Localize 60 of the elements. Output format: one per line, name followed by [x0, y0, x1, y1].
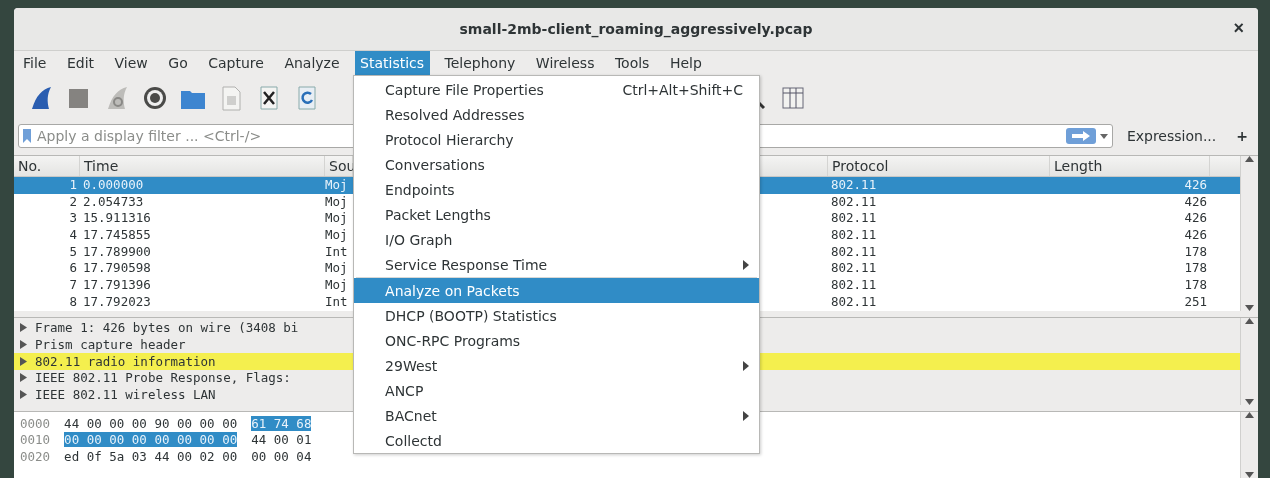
- table-cell-text: 802.11: [830, 260, 878, 278]
- hex-bytes: ed 0f 5a 03 44 00 02 00: [64, 449, 238, 465]
- window-title: small-2mb-client_roaming_aggressively.pcap: [459, 21, 813, 37]
- table-cell-text: 178: [1183, 277, 1208, 294]
- table-cell-text: Moj: [325, 260, 349, 278]
- table-cell-text: 426: [1183, 210, 1208, 228]
- table-cell-text: 426: [1183, 227, 1208, 244]
- hex-bytes: 00 00 04: [251, 449, 312, 465]
- table-cell-text: 251: [1183, 293, 1208, 311]
- byte-offset: 0000: [20, 415, 51, 431]
- table-cell-text: 5: [68, 243, 78, 261]
- table-cell-text: 15.911316: [82, 210, 152, 228]
- hex-bytes: 00 00 00 00 00 00 00 00: [64, 432, 238, 448]
- table-cell-text: Moj: [325, 210, 349, 228]
- table-cell-text: 426: [1183, 193, 1208, 211]
- table-cell-text: 802.11: [830, 243, 878, 261]
- table-cell-text: 178: [1183, 260, 1208, 278]
- menu-entry-label: ONC-RPC Programs: [385, 332, 522, 349]
- menu-entry-label: BACnet: [385, 407, 438, 424]
- table-cell-text: Int: [325, 293, 349, 311]
- table-cell-text: 17.792023: [82, 293, 152, 311]
- table-cell-text: 0.000000: [82, 177, 145, 194]
- hex-bytes: 44 00 00 00 90 00 00 00: [64, 415, 238, 431]
- byte-offset: 0010: [20, 432, 51, 448]
- menu-entry-label: Conversations: [385, 156, 486, 173]
- shortcut-label: Ctrl+Alt+Shift+C: [622, 81, 744, 98]
- table-cell-text: 802.11: [830, 193, 878, 211]
- byte-offset: 0020: [20, 449, 51, 465]
- table-cell-text: 7: [68, 277, 78, 294]
- table-cell-text: 8: [68, 293, 78, 311]
- table-cell-text: 17.745855: [82, 227, 152, 244]
- table-cell-text: 6: [68, 260, 78, 278]
- table-cell-text: Moj: [325, 193, 349, 211]
- table-cell-text: 426: [1183, 177, 1208, 194]
- menu-entry-label: Collectd: [385, 432, 443, 449]
- table-cell-text: 4: [68, 227, 78, 244]
- menu-entry-label: Protocol Hierarchy: [385, 131, 515, 148]
- menu-entry-label: Resolved Addresses: [385, 106, 526, 123]
- table-cell-text: 178: [1183, 243, 1208, 261]
- table-cell-text: Moj: [325, 177, 349, 194]
- menu-entry-label: 29West: [385, 357, 439, 374]
- table-cell-text: 3: [68, 210, 78, 228]
- hex-bytes: 44 00 01: [251, 432, 312, 448]
- table-cell-text: Moj: [325, 227, 349, 244]
- table-cell-text: Moj: [325, 277, 349, 294]
- table-cell-text: 802.11: [830, 227, 878, 244]
- table-cell-text: 17.791396: [82, 277, 152, 294]
- table-cell-text: 17.790598: [82, 260, 152, 278]
- table-cell-text: 802.11: [830, 293, 878, 311]
- table-cell-text: 802.11: [830, 277, 878, 294]
- menu-entry-label: Capture File Properties: [385, 81, 545, 98]
- table-cell-text: 2.054733: [82, 193, 145, 211]
- hex-bytes: 61 74 68: [251, 415, 312, 431]
- table-cell-text: 17.789900: [82, 243, 152, 261]
- table-cell-text: 802.11: [830, 210, 878, 228]
- table-cell-text: 1: [68, 177, 78, 194]
- table-cell-text: Int: [325, 243, 349, 261]
- table-cell-text: 2: [68, 193, 78, 211]
- table-cell-text: 802.11: [830, 177, 878, 194]
- menu-entry-label: ANCP: [385, 382, 425, 399]
